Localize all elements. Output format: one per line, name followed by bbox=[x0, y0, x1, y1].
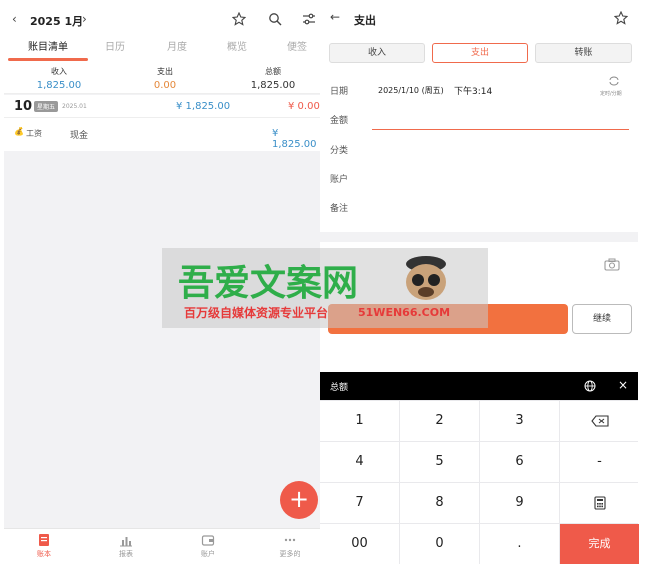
amount-label: 金额 bbox=[330, 116, 349, 126]
page-title: 支出 bbox=[354, 14, 376, 27]
account-label: 账户 bbox=[330, 175, 349, 185]
bottom-nav: 账本 报表 账户 更多的 bbox=[4, 528, 320, 569]
tab-transfer[interactable]: 转账 bbox=[535, 43, 632, 63]
month-summary: 收入 1,825.00 支出 0.00 总额 1,825.00 bbox=[4, 64, 320, 94]
note-field[interactable] bbox=[372, 196, 629, 216]
watermark-url: 51WEN66.COM bbox=[358, 306, 451, 319]
key-0[interactable]: 0 bbox=[400, 524, 479, 564]
income-value: 1,825.00 bbox=[36, 80, 82, 91]
time-value[interactable]: 下午3:14 bbox=[454, 84, 492, 97]
tab-calendar[interactable]: 日历 bbox=[92, 40, 138, 64]
month-title[interactable]: 2025 1月 bbox=[30, 13, 83, 29]
day-income: ¥ 1,825.00 bbox=[176, 101, 231, 112]
close-icon[interactable]: × bbox=[618, 378, 628, 392]
nav-accounts[interactable]: 账户 bbox=[178, 533, 238, 559]
entry-category: 工资 bbox=[26, 129, 42, 138]
back-arrow-icon[interactable]: ← bbox=[330, 10, 340, 24]
day-month: 2025.01 bbox=[62, 103, 87, 110]
chart-icon bbox=[120, 537, 132, 547]
day-group: 10 星期五 2025.01 ¥ 1,825.00 ¥ 0.00 💰 工资 现金… bbox=[4, 95, 320, 151]
camera-icon[interactable] bbox=[604, 258, 620, 271]
expense-summary: 支出 0.00 bbox=[120, 66, 210, 91]
key-1[interactable]: 1 bbox=[320, 401, 399, 441]
income-label: 收入 bbox=[51, 67, 67, 76]
nav-label: 更多的 bbox=[279, 550, 301, 558]
date-label: 日期 bbox=[330, 87, 349, 97]
backspace-key[interactable] bbox=[560, 401, 639, 441]
calculator-icon bbox=[593, 496, 606, 510]
book-icon bbox=[39, 534, 49, 546]
nav-label: 账户 bbox=[201, 550, 215, 558]
tab-income[interactable]: 收入 bbox=[329, 43, 425, 63]
nav-reports[interactable]: 报表 bbox=[96, 533, 156, 559]
key-7[interactable]: 7 bbox=[320, 483, 399, 523]
entry-account: 现金 bbox=[70, 131, 89, 141]
total-summary: 总额 1,825.00 bbox=[228, 66, 318, 91]
keypad-title: 总额 bbox=[330, 383, 349, 393]
total-value: 1,825.00 bbox=[250, 80, 296, 91]
section-divider bbox=[320, 232, 638, 242]
nav-label: 报表 bbox=[119, 550, 133, 558]
tab-expense[interactable]: 支出 bbox=[432, 43, 528, 63]
nav-more[interactable]: 更多的 bbox=[260, 533, 320, 559]
filter-icon[interactable] bbox=[302, 12, 316, 26]
day-expense: ¥ 0.00 bbox=[288, 101, 320, 112]
weekday-badge: 星期五 bbox=[34, 101, 59, 112]
star-icon[interactable] bbox=[232, 12, 246, 26]
account-field[interactable] bbox=[372, 167, 629, 187]
key-8[interactable]: 8 bbox=[400, 483, 479, 523]
active-tab-indicator bbox=[8, 58, 88, 61]
star-icon[interactable] bbox=[614, 11, 628, 25]
next-month-icon[interactable]: › bbox=[82, 12, 87, 26]
day-number: 10 bbox=[14, 99, 33, 114]
nav-label: 账本 bbox=[37, 550, 51, 558]
key-4[interactable]: 4 bbox=[320, 442, 399, 482]
key-5[interactable]: 5 bbox=[400, 442, 479, 482]
tab-notes[interactable]: 便签 bbox=[274, 40, 320, 64]
continue-button[interactable]: 继续 bbox=[572, 304, 632, 334]
income-summary: 收入 1,825.00 bbox=[14, 66, 104, 91]
globe-icon[interactable] bbox=[584, 380, 596, 392]
repeat-label[interactable]: 定时/分期 bbox=[600, 90, 622, 97]
watermark-title: 吾爱文案网 bbox=[178, 263, 359, 304]
note-label: 备注 bbox=[330, 204, 349, 214]
calculator-key[interactable] bbox=[560, 483, 639, 523]
key-minus[interactable]: - bbox=[560, 442, 639, 482]
total-label: 总额 bbox=[265, 67, 281, 76]
ledger-header: ‹ 2025 1月 › bbox=[4, 0, 320, 40]
category-field[interactable] bbox=[372, 138, 629, 158]
key-3[interactable]: 3 bbox=[480, 401, 559, 441]
nav-ledger[interactable]: 账本 bbox=[14, 533, 74, 559]
more-icon bbox=[284, 538, 296, 542]
entry-amount: ¥ 1,825.00 bbox=[272, 128, 317, 150]
key-9[interactable]: 9 bbox=[480, 483, 559, 523]
backspace-icon bbox=[590, 415, 609, 427]
entry-row[interactable]: 💰 工资 现金 ¥ 1,825.00 bbox=[4, 121, 320, 150]
tab-overview[interactable]: 概览 bbox=[214, 40, 260, 64]
pug-mascot-icon bbox=[406, 256, 446, 300]
keypad: 1 2 3 4 5 6 - 7 8 9 00 0 . 完成 bbox=[320, 400, 639, 564]
expense-value: 0.00 bbox=[153, 80, 177, 91]
key-00[interactable]: 00 bbox=[320, 524, 399, 564]
wallet-icon bbox=[201, 535, 215, 546]
keypad-header: 总额 × bbox=[320, 372, 638, 400]
category-label: 分类 bbox=[330, 146, 349, 156]
divider bbox=[4, 117, 320, 118]
expense-label: 支出 bbox=[157, 67, 173, 76]
moneybag-icon: 💰 bbox=[14, 127, 24, 136]
amount-input[interactable] bbox=[372, 112, 629, 130]
add-record-button[interactable]: + bbox=[280, 481, 318, 519]
key-2[interactable]: 2 bbox=[400, 401, 479, 441]
done-key[interactable]: 完成 bbox=[560, 524, 639, 564]
watermark-subtitle: 百万级自媒体资源专业平台 bbox=[184, 306, 329, 320]
watermark: 吾爱文案网 百万级自媒体资源专业平台 51WEN66.COM bbox=[162, 248, 488, 328]
key-6[interactable]: 6 bbox=[480, 442, 559, 482]
prev-month-icon[interactable]: ‹ bbox=[12, 12, 17, 26]
search-icon[interactable] bbox=[268, 12, 282, 26]
repeat-icon[interactable] bbox=[608, 76, 620, 86]
key-dot[interactable]: . bbox=[480, 524, 559, 564]
tab-monthly[interactable]: 月度 bbox=[154, 40, 200, 64]
date-value[interactable]: 2025/1/10 (周五) bbox=[378, 85, 444, 96]
